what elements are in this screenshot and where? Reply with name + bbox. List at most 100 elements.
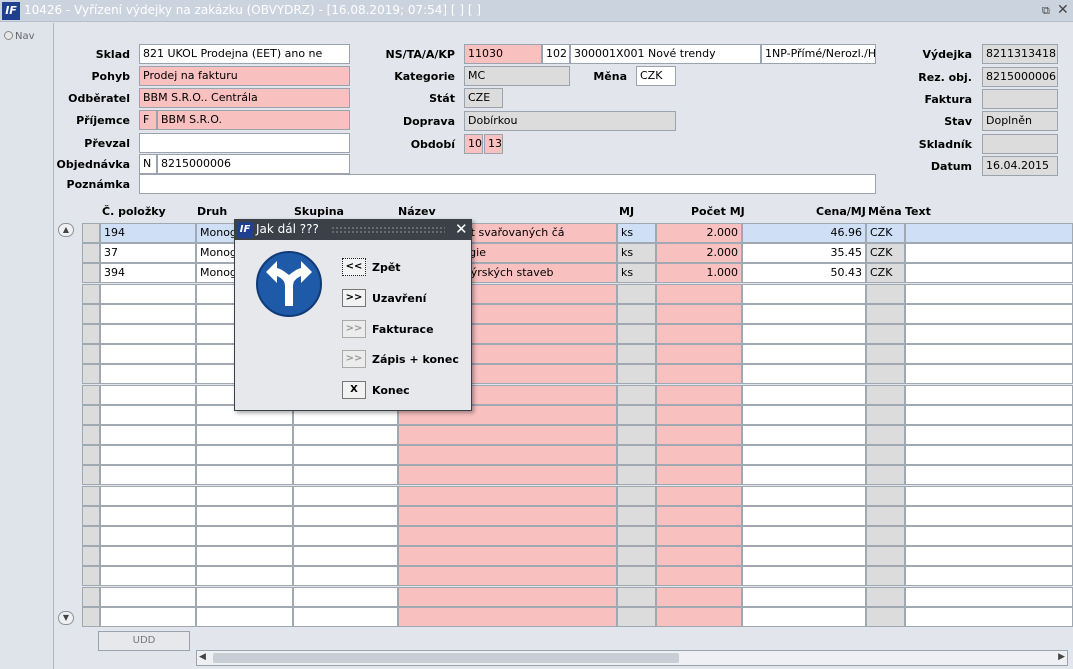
table-cell-pocet[interactable] — [656, 606, 742, 627]
table-cell-mena[interactable] — [866, 606, 905, 627]
table-cell-skupina[interactable] — [293, 465, 398, 486]
nav-toggle[interactable]: Nav — [4, 31, 35, 42]
table-cell-nazev[interactable] — [398, 465, 617, 486]
col-header-nazev[interactable]: Název — [398, 205, 436, 218]
table-cell-text[interactable] — [905, 364, 1073, 385]
invoicing-button[interactable]: >> — [342, 320, 366, 338]
table-cell-mj[interactable] — [617, 566, 656, 587]
faktura-field[interactable] — [982, 89, 1058, 109]
col-header-skupina[interactable]: Skupina — [294, 205, 344, 218]
table-cell-cena[interactable] — [742, 283, 866, 304]
drag-grip[interactable] — [331, 226, 445, 234]
row-selector[interactable] — [82, 344, 100, 365]
table-cell-text[interactable] — [905, 606, 1073, 627]
row-selector[interactable] — [82, 485, 100, 506]
table-cell-nazev[interactable] — [398, 526, 617, 546]
table-cell-cpolozky[interactable] — [100, 364, 196, 385]
table-cell-mena[interactable] — [866, 283, 905, 304]
prijemce-field[interactable]: BBM S.R.O. — [157, 110, 350, 130]
udd-button[interactable]: UDD — [98, 631, 190, 651]
ns-field[interactable]: 11030 — [464, 44, 542, 64]
table-cell-cpolozky[interactable]: 37 — [100, 243, 196, 264]
col-header-text[interactable]: Text — [905, 205, 931, 218]
table-cell-mj[interactable] — [617, 505, 656, 526]
odberatel-field[interactable]: BBM S.R.O.. Centrála — [139, 88, 350, 108]
table-cell-cpolozky[interactable] — [100, 344, 196, 365]
table-cell-cpolozky[interactable]: 194 — [100, 223, 196, 243]
table-cell-mj[interactable] — [617, 404, 656, 425]
obdobi-year-field[interactable]: 13 — [484, 134, 503, 154]
table-cell-mj[interactable]: ks — [617, 223, 656, 243]
table-cell-text[interactable] — [905, 505, 1073, 526]
table-cell-cpolozky[interactable] — [100, 505, 196, 526]
table-cell-cena[interactable] — [742, 566, 866, 587]
table-cell-pocet[interactable] — [656, 445, 742, 466]
table-cell-nazev[interactable] — [398, 606, 617, 627]
table-cell-cpolozky[interactable]: 394 — [100, 263, 196, 284]
back-button[interactable]: << — [342, 258, 366, 276]
scroll-right-icon[interactable]: ▶ — [1058, 652, 1065, 662]
col-header-pocet[interactable]: Počet MJ — [691, 205, 745, 218]
table-cell-mena[interactable] — [866, 384, 905, 405]
table-cell-pocet[interactable] — [656, 485, 742, 506]
table-cell-mena[interactable] — [866, 505, 905, 526]
table-cell-cpolozky[interactable] — [100, 546, 196, 567]
table-cell-mj[interactable] — [617, 324, 656, 344]
row-selector[interactable] — [82, 526, 100, 546]
table-cell-pocet[interactable] — [656, 404, 742, 425]
table-cell-cena[interactable] — [742, 404, 866, 425]
table-cell-text[interactable] — [905, 425, 1073, 445]
stav-field[interactable]: Doplněn — [982, 111, 1058, 131]
table-cell-cpolozky[interactable] — [100, 586, 196, 607]
dialog-close-button[interactable]: ✕ — [455, 220, 468, 238]
table-cell-pocet[interactable] — [656, 505, 742, 526]
dialog-title-bar[interactable]: IF Jak dál ??? ✕ — [235, 220, 471, 240]
table-cell-mj[interactable] — [617, 606, 656, 627]
table-cell-nazev[interactable] — [398, 425, 617, 445]
table-cell-nazev[interactable] — [398, 566, 617, 587]
table-cell-cena[interactable] — [742, 505, 866, 526]
table-cell-mena[interactable] — [866, 425, 905, 445]
table-cell-text[interactable] — [905, 586, 1073, 607]
table-cell-pocet[interactable] — [656, 465, 742, 486]
a-field[interactable]: 300001X001 Nové trendy — [570, 44, 761, 64]
table-cell-mj[interactable] — [617, 384, 656, 405]
table-cell-nazev[interactable] — [398, 485, 617, 506]
table-cell-mena[interactable] — [866, 546, 905, 567]
skladnik-field[interactable] — [982, 134, 1058, 154]
table-cell-druh[interactable] — [196, 526, 293, 546]
table-cell-druh[interactable] — [196, 485, 293, 506]
table-cell-cpolozky[interactable] — [100, 324, 196, 344]
table-cell-mena[interactable] — [866, 465, 905, 486]
scroll-up-icon[interactable]: ▲ — [58, 223, 74, 237]
table-cell-cena[interactable] — [742, 586, 866, 607]
table-cell-mj[interactable] — [617, 283, 656, 304]
table-cell-skupina[interactable] — [293, 526, 398, 546]
vydejka-field[interactable]: 8211313418 — [982, 44, 1058, 64]
table-cell-druh[interactable] — [196, 586, 293, 607]
restore-window-button[interactable]: ⧉ — [1042, 4, 1050, 18]
sklad-field[interactable]: 821 UKOL Prodejna (EET) ano ne — [139, 44, 350, 64]
table-cell-mena[interactable]: CZK — [866, 243, 905, 264]
table-cell-skupina[interactable] — [293, 566, 398, 587]
table-cell-mj[interactable] — [617, 546, 656, 567]
table-cell-text[interactable] — [905, 243, 1073, 264]
table-cell-pocet[interactable] — [656, 344, 742, 365]
table-cell-text[interactable] — [905, 303, 1073, 324]
table-cell-pocet[interactable]: 2.000 — [656, 223, 742, 243]
table-cell-text[interactable] — [905, 546, 1073, 567]
row-selector[interactable] — [82, 223, 100, 243]
table-cell-skupina[interactable] — [293, 445, 398, 466]
objednavka-code-field[interactable]: N — [139, 154, 157, 174]
table-cell-mena[interactable] — [866, 303, 905, 324]
table-cell-pocet[interactable]: 2.000 — [656, 243, 742, 264]
row-selector[interactable] — [82, 263, 100, 284]
table-cell-nazev[interactable] — [398, 445, 617, 466]
table-cell-cpolozky[interactable] — [100, 445, 196, 466]
obdobi-month-field[interactable]: 10 — [464, 134, 483, 154]
poznamka-field[interactable] — [139, 174, 876, 194]
table-cell-text[interactable] — [905, 384, 1073, 405]
col-header-mj[interactable]: MJ — [619, 205, 634, 218]
row-selector[interactable] — [82, 505, 100, 526]
prijemce-code-field[interactable]: F — [139, 110, 157, 130]
